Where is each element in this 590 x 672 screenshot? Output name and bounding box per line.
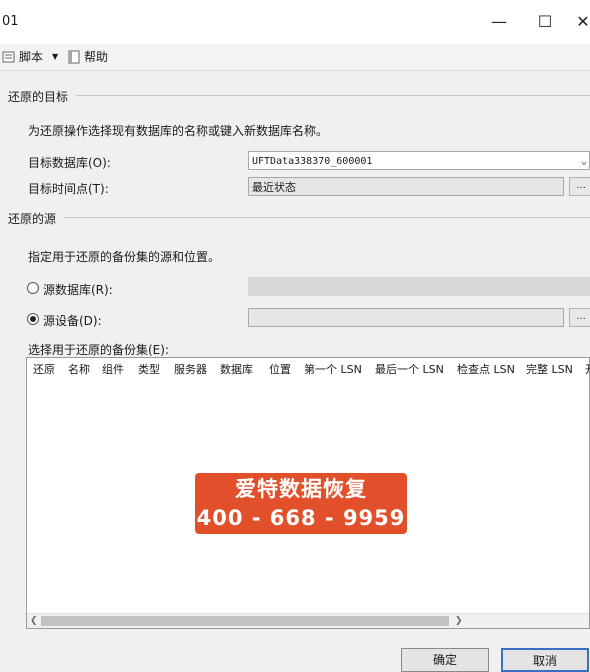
script-button[interactable]: 脚本 ▼ bbox=[2, 48, 58, 65]
from-database-radio[interactable] bbox=[27, 282, 39, 294]
section-divider bbox=[76, 95, 590, 96]
column-header[interactable]: 服务器 bbox=[174, 361, 207, 377]
watermark-title: 爱特数据恢复 bbox=[235, 477, 367, 501]
watermark-banner: 爱特数据恢复 400 - 668 - 9959 bbox=[195, 473, 407, 534]
section-divider bbox=[64, 217, 590, 218]
chevron-down-icon: ⌄ bbox=[580, 156, 587, 167]
chevron-left-icon[interactable]: ❮ bbox=[30, 614, 38, 628]
restore-source-section-label: 还原的源 bbox=[8, 212, 57, 226]
column-header[interactable]: 组件 bbox=[102, 361, 124, 377]
script-icon bbox=[2, 51, 15, 62]
from-device-browse-button[interactable]: ... bbox=[569, 308, 590, 327]
column-header[interactable]: 第一个 LSN bbox=[304, 361, 362, 377]
point-in-time-field: 最近状态 bbox=[248, 177, 564, 196]
ok-button[interactable]: 确定 bbox=[401, 648, 489, 672]
column-header[interactable]: 还原 bbox=[33, 361, 55, 377]
point-in-time-value: 最近状态 bbox=[252, 181, 296, 194]
chevron-down-icon[interactable]: ▼ bbox=[52, 52, 58, 61]
from-device-label: 源设备(D): bbox=[43, 314, 102, 328]
target-database-value: UFTData338370_600001 bbox=[252, 156, 373, 167]
from-database-select bbox=[248, 277, 590, 296]
restore-source-instruction: 指定用于还原的备份集的源和位置。 bbox=[28, 250, 221, 264]
column-header[interactable]: 位置 bbox=[269, 361, 291, 377]
help-label: 帮助 bbox=[84, 50, 109, 64]
from-device-radio[interactable] bbox=[27, 313, 39, 325]
horizontal-scrollbar[interactable]: ❮ ❯ bbox=[27, 613, 589, 628]
maximize-icon[interactable]: ☐ bbox=[527, 8, 563, 36]
column-header[interactable]: 数据库 bbox=[220, 361, 253, 377]
script-label: 脚本 bbox=[19, 50, 44, 64]
backup-sets-label: 选择用于还原的备份集(E): bbox=[28, 343, 169, 357]
chevron-right-icon[interactable]: ❯ bbox=[455, 614, 463, 628]
toolbar: 脚本 ▼ 帮助 bbox=[0, 44, 590, 71]
from-database-label: 源数据库(R): bbox=[43, 283, 113, 297]
close-icon[interactable]: ✕ bbox=[565, 8, 590, 36]
restore-target-instruction: 为还原操作选择现有数据库的名称或键入新数据库名称。 bbox=[28, 124, 329, 138]
target-database-label: 目标数据库(O): bbox=[28, 156, 111, 170]
point-in-time-browse-button[interactable]: ... bbox=[569, 177, 590, 196]
window-title: 01 bbox=[2, 14, 19, 29]
help-icon bbox=[68, 50, 80, 63]
column-header[interactable]: 名称 bbox=[68, 361, 90, 377]
from-device-field[interactable] bbox=[248, 308, 564, 327]
column-header[interactable]: 最后一个 LSN bbox=[375, 361, 444, 377]
help-button[interactable]: 帮助 bbox=[67, 48, 108, 65]
title-bar: 01 — ☐ ✕ bbox=[0, 0, 590, 44]
target-database-select[interactable]: UFTData338370_600001 ⌄ bbox=[248, 151, 590, 170]
grid-header: 还原 名称 组件 类型 服务器 数据库 位置 第一个 LSN 最后一个 LSN … bbox=[27, 358, 590, 378]
watermark-phone: 400 - 668 - 9959 bbox=[196, 506, 406, 530]
column-header[interactable]: 检查点 LSN bbox=[457, 361, 515, 377]
cancel-button[interactable]: 取消 bbox=[501, 648, 589, 672]
restore-target-section-label: 还原的目标 bbox=[8, 90, 69, 104]
scrollbar-thumb[interactable] bbox=[41, 616, 449, 626]
minimize-icon[interactable]: — bbox=[481, 8, 517, 36]
column-header[interactable]: 类型 bbox=[138, 361, 160, 377]
point-in-time-label: 目标时间点(T): bbox=[28, 182, 109, 196]
column-header[interactable]: 完整 LSN bbox=[526, 361, 573, 377]
column-header[interactable]: 开 bbox=[585, 361, 590, 377]
